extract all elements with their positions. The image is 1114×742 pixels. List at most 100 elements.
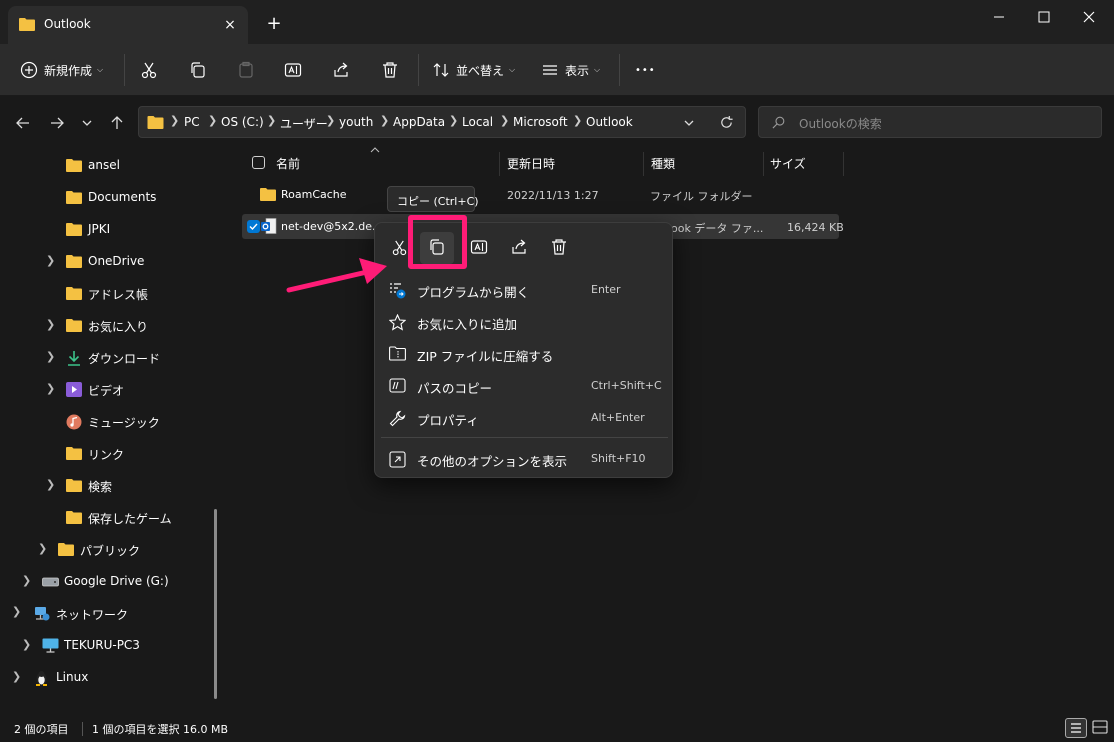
sidebar-scrollbar[interactable]: [214, 509, 217, 699]
ctx-share-button[interactable]: [505, 233, 533, 261]
sort-ascending-icon: [370, 146, 380, 154]
chevron-right-icon[interactable]: ❯: [46, 382, 55, 395]
chevron-right-icon[interactable]: ❯: [22, 638, 31, 651]
column-header-size[interactable]: サイズ: [770, 155, 806, 172]
menu-item-add-favorite[interactable]: お気に入りに追加: [381, 306, 668, 338]
sidebar-item-address-book[interactable]: アドレス帳: [0, 280, 226, 308]
paste-button[interactable]: [237, 56, 255, 84]
trash-icon: [552, 239, 566, 255]
sidebar-item-linux[interactable]: ❯ Linux: [0, 664, 226, 692]
column-header-type[interactable]: 種類: [651, 155, 675, 172]
view-button[interactable]: 表示 ⌵: [541, 56, 600, 84]
sidebar-item-onedrive[interactable]: ❯ OneDrive: [0, 248, 226, 276]
column-header-date[interactable]: 更新日時: [507, 155, 555, 172]
refresh-button[interactable]: [719, 115, 734, 130]
close-window-button[interactable]: [1066, 6, 1112, 32]
search-box[interactable]: Outlookの検索: [758, 106, 1102, 138]
tab-outlook[interactable]: Outlook ×: [8, 6, 248, 44]
sidebar-item-videos[interactable]: ❯ ビデオ: [0, 376, 226, 404]
breadcrumb-pc[interactable]: PC: [184, 115, 200, 129]
column-divider[interactable]: [843, 152, 844, 176]
chevron-right-icon[interactable]: ❯: [12, 670, 21, 683]
sidebar-item-links[interactable]: リンク: [0, 440, 226, 468]
copy-button[interactable]: [189, 56, 207, 84]
address-bar[interactable]: ❯ PC ❯ OS (C:) ❯ ユーザー ❯ youth ❯ AppData …: [138, 106, 746, 138]
sidebar-item-network[interactable]: ❯ ネットワーク: [0, 600, 226, 628]
sidebar-item-ansel[interactable]: ansel: [0, 152, 226, 180]
tiles-view-button[interactable]: [1090, 718, 1112, 738]
rename-button[interactable]: [284, 56, 302, 84]
file-date: 2022/11/13 1:27: [507, 189, 599, 202]
chevron-right-icon[interactable]: ❯: [46, 350, 55, 363]
breadcrumb-os-c[interactable]: OS (C:): [221, 115, 264, 129]
menu-item-open-with[interactable]: プログラムから開く Enter: [381, 274, 668, 306]
sidebar-item-music[interactable]: ミュージック: [0, 408, 226, 436]
sidebar-item-label: TEKURU-PC3: [64, 638, 140, 652]
search-input[interactable]: Outlookの検索: [799, 115, 882, 132]
sidebar-item-google-drive[interactable]: ❯ Google Drive (G:): [0, 568, 226, 596]
sidebar-item-label: Google Drive (G:): [64, 574, 169, 588]
sidebar-item-saved-games[interactable]: 保存したゲーム: [0, 504, 226, 532]
folder-icon: [66, 286, 82, 300]
breadcrumb-separator: ❯: [500, 114, 510, 127]
folder-icon: [66, 158, 82, 172]
minimize-button[interactable]: [976, 6, 1022, 32]
breadcrumb-local[interactable]: Local: [462, 115, 493, 129]
new-button[interactable]: 新規作成 ⌵: [20, 56, 103, 84]
ctx-rename-button[interactable]: [465, 233, 493, 261]
sidebar-item-searches[interactable]: ❯ 検索: [0, 472, 226, 500]
menu-item-more-options[interactable]: その他のオプションを表示 Shift+F10: [381, 443, 668, 475]
column-divider[interactable]: [499, 152, 500, 176]
sidebar-item-public[interactable]: ❯ パブリック: [0, 536, 226, 564]
delete-button[interactable]: [381, 56, 399, 84]
forward-button[interactable]: [46, 112, 68, 134]
ctx-delete-button[interactable]: [545, 233, 573, 261]
table-row[interactable]: RoamCache 2022/11/13 1:27 ファイル フォルダー: [242, 182, 842, 208]
share-button[interactable]: [332, 56, 350, 84]
sidebar-item-documents[interactable]: Documents: [0, 184, 226, 212]
sort-button[interactable]: 並べ替え ⌵: [432, 56, 515, 84]
column-divider[interactable]: [763, 152, 764, 176]
sidebar-item-downloads[interactable]: ❯ ダウンロード: [0, 344, 226, 372]
row-checkbox[interactable]: [247, 220, 260, 233]
sidebar-item-label: 検索: [88, 480, 113, 494]
column-header-name[interactable]: 名前: [276, 155, 300, 172]
arrow-left-icon: [16, 117, 29, 129]
breadcrumb-appdata[interactable]: AppData: [393, 115, 445, 129]
column-divider[interactable]: [643, 152, 644, 176]
sidebar-item-jpki[interactable]: JPKI: [0, 216, 226, 244]
up-button[interactable]: [106, 112, 128, 134]
menu-item-properties[interactable]: プロパティ Alt+Enter: [381, 402, 668, 434]
menu-item-copy-path[interactable]: パスのコピー Ctrl+Shift+C: [381, 370, 668, 402]
tab-close-button[interactable]: ×: [220, 15, 240, 35]
sidebar-item-favorites[interactable]: ❯ お気に入り: [0, 312, 226, 340]
recent-locations-button[interactable]: [76, 112, 98, 134]
chevron-down-icon[interactable]: ❯: [12, 605, 21, 618]
chevron-right-icon[interactable]: ❯: [46, 254, 55, 267]
back-button[interactable]: [12, 112, 34, 134]
select-all-checkbox[interactable]: [252, 156, 265, 169]
folder-icon: [58, 542, 74, 556]
maximize-button[interactable]: [1021, 6, 1067, 32]
drive-icon: [42, 577, 59, 587]
chevron-right-icon[interactable]: ❯: [38, 542, 47, 555]
breadcrumb-youth[interactable]: youth: [339, 115, 373, 129]
chevron-right-icon[interactable]: ❯: [22, 574, 31, 587]
breadcrumb-microsoft[interactable]: Microsoft: [513, 115, 568, 129]
folder-icon: [66, 190, 82, 204]
chevron-right-icon[interactable]: ❯: [46, 318, 55, 331]
chevron-right-icon[interactable]: ❯: [46, 478, 55, 491]
menu-item-shortcut: Ctrl+Shift+C: [591, 379, 662, 392]
more-options-button[interactable]: •••: [635, 56, 656, 84]
details-view-button[interactable]: [1065, 718, 1087, 738]
breadcrumb-users[interactable]: ユーザー: [280, 115, 328, 132]
menu-item-zip[interactable]: ZIP ファイルに圧縮する: [381, 338, 668, 370]
arrow-right-icon: [51, 117, 64, 129]
address-history-button[interactable]: [683, 117, 695, 129]
breadcrumb-outlook[interactable]: Outlook: [586, 115, 633, 129]
share-icon: [334, 62, 348, 77]
sidebar-item-tekuru-pc3[interactable]: ❯ TEKURU-PC3: [0, 632, 226, 660]
new-tab-button[interactable]: +: [264, 14, 284, 34]
menu-item-shortcut: Alt+Enter: [591, 411, 645, 424]
cut-button[interactable]: [140, 56, 158, 84]
